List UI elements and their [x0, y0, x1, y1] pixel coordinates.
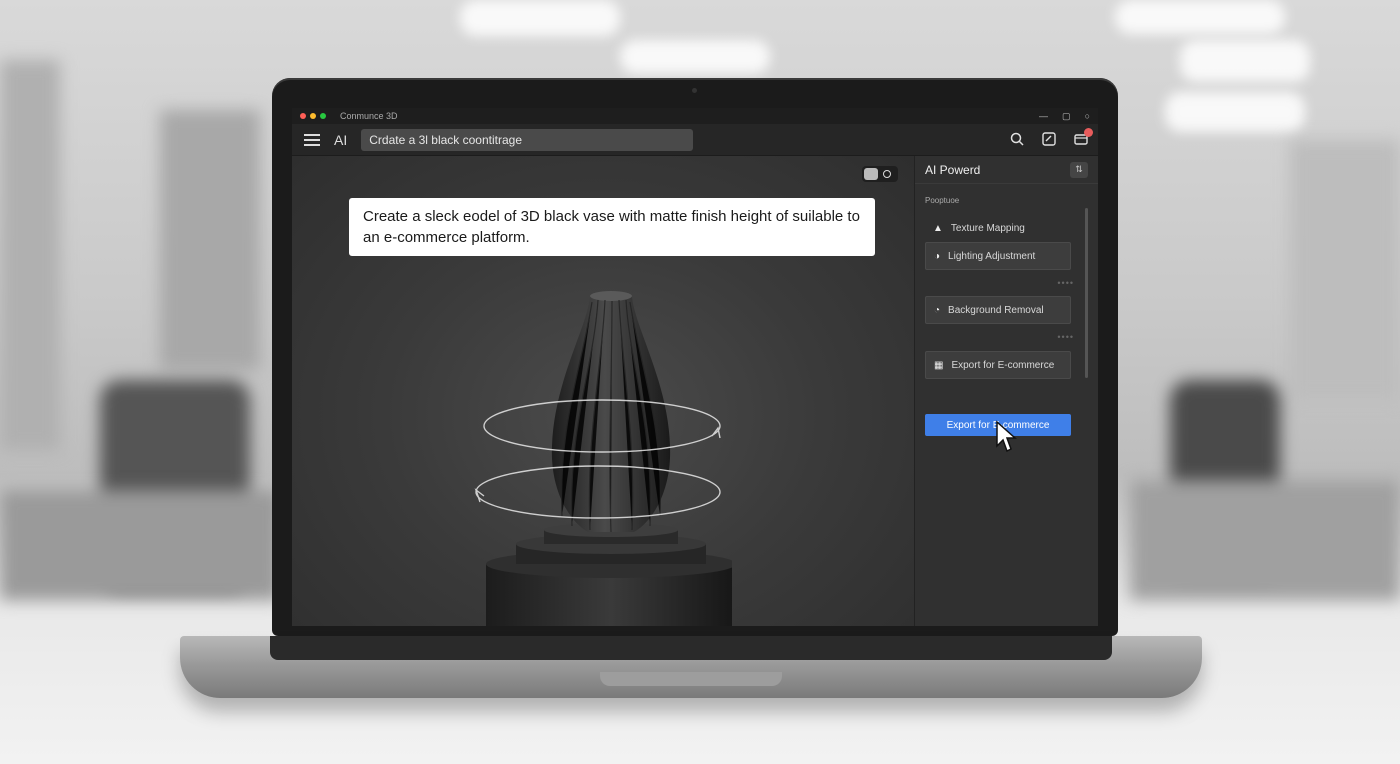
toolbar: AI: [292, 124, 1098, 156]
panel-scrollbar[interactable]: [1085, 208, 1088, 378]
minimize-window-dot[interactable]: [310, 113, 316, 119]
panel-settings-icon[interactable]: ⇅: [1070, 161, 1088, 178]
prompt-text-box[interactable]: Create a sleck eodel of 3D black vase wi…: [349, 198, 875, 256]
search-icon[interactable]: [1010, 132, 1024, 149]
mouse-pointer-icon: [996, 420, 1017, 453]
hamburger-icon[interactable]: [304, 133, 320, 146]
feature-label: Export for E-commerce: [951, 359, 1055, 371]
laptop-lid: Conmunce 3D — ▢ ○ AI Crdate a 3l black c…: [272, 78, 1118, 636]
3d-viewport[interactable]: Create a sleck eodel of 3D black vase wi…: [292, 156, 914, 626]
view-toggle[interactable]: [862, 166, 898, 182]
edit-image-icon[interactable]: [1042, 132, 1056, 149]
webcam: [692, 88, 697, 93]
lid-notch: [600, 672, 782, 686]
window-left: [0, 60, 60, 450]
vase-model[interactable]: [472, 286, 732, 626]
title-bar: Conmunce 3D — ▢ ○: [292, 108, 1098, 124]
zoom-window-dot[interactable]: [320, 113, 326, 119]
toggle-ring-icon: [883, 170, 891, 178]
feature-label: Lighting Adjustment: [948, 250, 1036, 262]
window-controls: — ▢ ○: [1039, 111, 1090, 122]
feature-label: Texture Mapping: [950, 222, 1025, 234]
minimize-icon[interactable]: —: [1039, 111, 1048, 122]
window-title: Conmunce 3D: [340, 111, 398, 121]
cart-icon[interactable]: [1074, 128, 1093, 149]
feature-texture-mapping[interactable]: ▲ Texture Mapping: [925, 214, 1071, 242]
window-right: [1290, 140, 1400, 400]
notification-badge: [1084, 128, 1093, 137]
toolbar-icons: [1010, 128, 1093, 149]
laptop-base: [180, 636, 1202, 698]
ceiling-light: [1115, 0, 1285, 34]
feature-background-removal[interactable]: ◔ Background Removal: [925, 296, 1071, 324]
panel-header: AI Powerd ⇅: [915, 156, 1098, 184]
ai-side-panel: AI Powerd ⇅ Pooptuoe ▲ Texture Mapping ◑…: [914, 156, 1098, 626]
section-label: Pooptuoe: [925, 196, 960, 205]
office-desk: [0, 490, 280, 600]
ai-label: AI: [334, 131, 348, 148]
toggle-knob: [864, 168, 878, 180]
ceiling-light: [460, 0, 620, 36]
ceiling-light: [1165, 92, 1305, 132]
feature-export-ecommerce[interactable]: ▦ Export for E-commerce: [925, 351, 1071, 379]
lighting-icon: ◑: [934, 250, 941, 262]
close-icon[interactable]: ○: [1085, 111, 1090, 122]
texture-icon: ▲: [933, 222, 943, 234]
separator-dots: ••••: [1057, 332, 1074, 342]
restore-icon[interactable]: ▢: [1062, 111, 1071, 122]
background-removal-icon: ◔: [934, 304, 941, 316]
ceiling-light: [620, 40, 770, 74]
separator-dots: ••••: [1057, 278, 1074, 288]
feature-label: Background Removal: [948, 304, 1044, 316]
export-grid-icon: ▦: [934, 359, 944, 371]
ceiling-light: [1180, 40, 1310, 82]
panel-title: AI Powerd: [925, 162, 981, 177]
laptop-screen: Conmunce 3D — ▢ ○ AI Crdate a 3l black c…: [292, 108, 1098, 626]
feature-lighting-adjustment[interactable]: ◑ Lighting Adjustment: [925, 242, 1071, 270]
keyboard-deck: [270, 636, 1112, 660]
window-left: [160, 110, 260, 370]
prompt-search-input[interactable]: [361, 128, 694, 151]
office-desk: [1130, 480, 1400, 600]
close-window-dot[interactable]: [300, 113, 306, 119]
